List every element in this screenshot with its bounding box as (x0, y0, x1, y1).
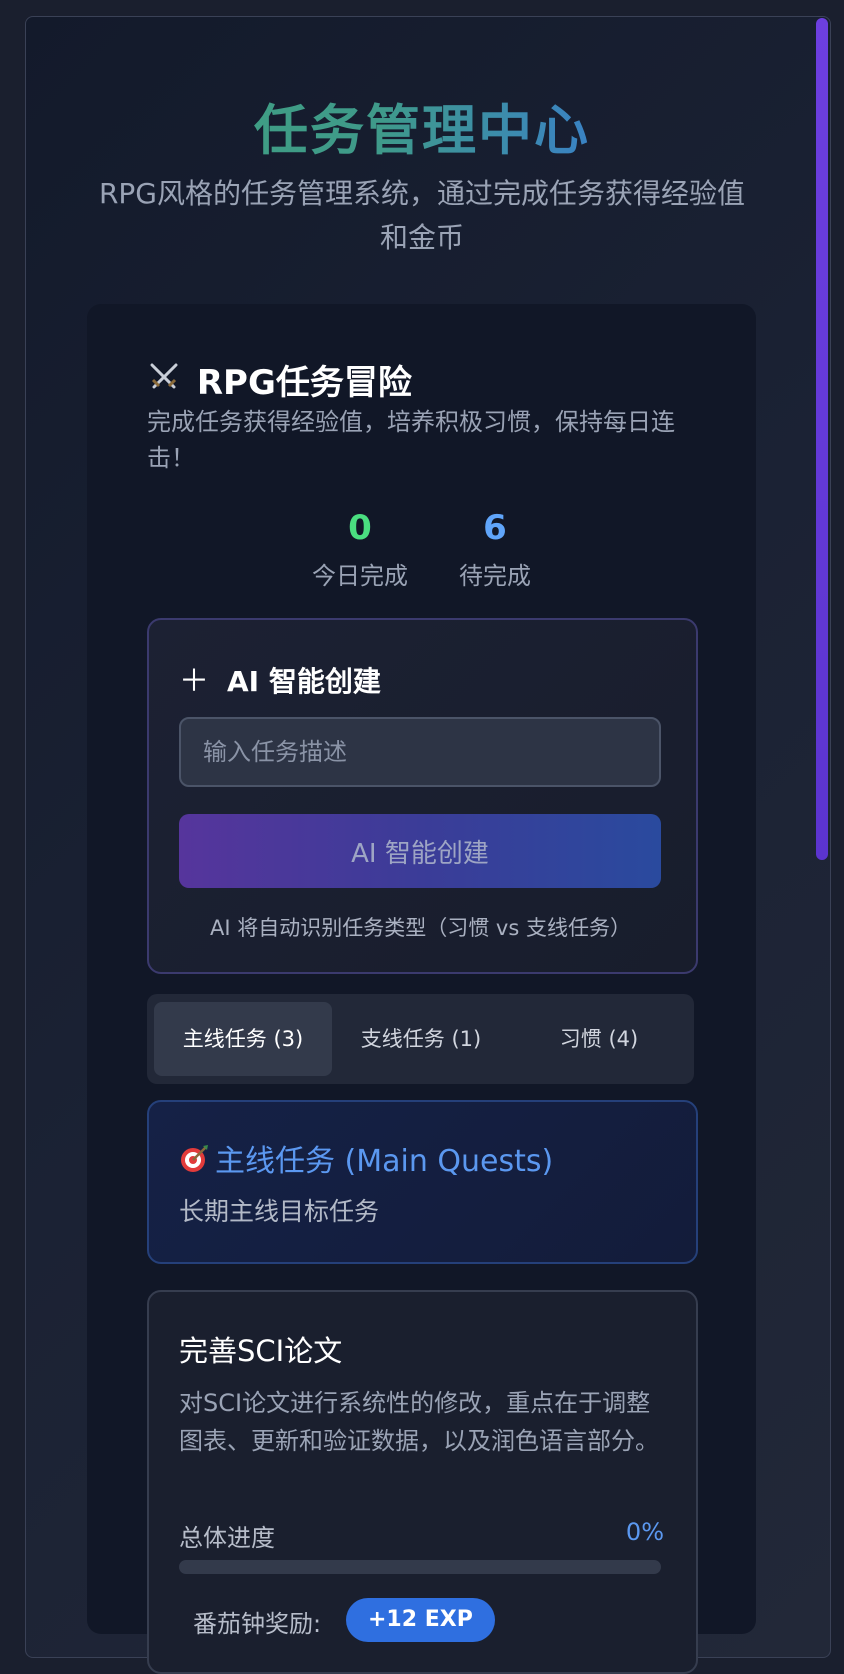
ai-create-button[interactable]: AI 智能创建 (179, 814, 661, 888)
plus-icon: ＋ (179, 664, 209, 699)
tab-main-quests[interactable]: 主线任务 (3) (154, 1002, 332, 1076)
ai-create-heading: ＋ AI 智能创建 (179, 656, 381, 700)
ai-create-heading-text: AI 智能创建 (227, 665, 381, 698)
quest-panel-description: 完成任务获得经验值，培养积极习惯，保持每日连击！ (147, 408, 675, 472)
main-quests-title-text: 主线任务 (Main Quests) (215, 1144, 554, 1179)
stat-value: 0 (348, 508, 372, 548)
stat-label: 今日完成 (312, 562, 408, 590)
target-icon (179, 1144, 209, 1182)
progress-label: 总体进度 (179, 1524, 275, 1552)
stat-value: 6 (483, 508, 507, 548)
task-description-input[interactable] (179, 717, 661, 787)
quest-tabs: 主线任务 (3) 支线任务 (1) 习惯 (4) (147, 994, 694, 1084)
stat-pending: 6 待完成 (440, 508, 550, 591)
page-title: 任务管理中心 (0, 86, 844, 165)
progress-value: 0% (625, 1518, 664, 1546)
ai-create-hint: AI 将自动识别任务类型（习惯 vs 支线任务） (210, 916, 631, 940)
page-subtitle: RPG风格的任务管理系统，通过完成任务获得经验值和金币 (98, 177, 746, 254)
progress-bar (179, 1560, 661, 1574)
stat-label: 待完成 (459, 562, 531, 590)
quest-panel-title-text: RPG任务冒险 (196, 363, 412, 403)
stat-today-completed: 0 今日完成 (300, 508, 420, 591)
main-quests-title: 主线任务 (Main Quests) (179, 1136, 553, 1182)
tab-side-quests[interactable]: 支线任务 (1) (332, 1002, 510, 1076)
main-quests-subtitle: 长期主线目标任务 (179, 1197, 380, 1226)
tab-habits[interactable]: 习惯 (4) (510, 1002, 688, 1076)
task-title: 完善SCI论文 (179, 1334, 343, 1368)
main-quests-section (147, 1100, 698, 1264)
task-description: 对SCI论文进行系统性的修改，重点在于调整图表、更新和验证数据，以及润色语言部分… (179, 1389, 659, 1455)
quest-panel-title: RPG任务冒险 (147, 355, 412, 404)
crossed-swords-icon (147, 360, 185, 403)
reward-badge: +12 EXP (346, 1598, 495, 1642)
